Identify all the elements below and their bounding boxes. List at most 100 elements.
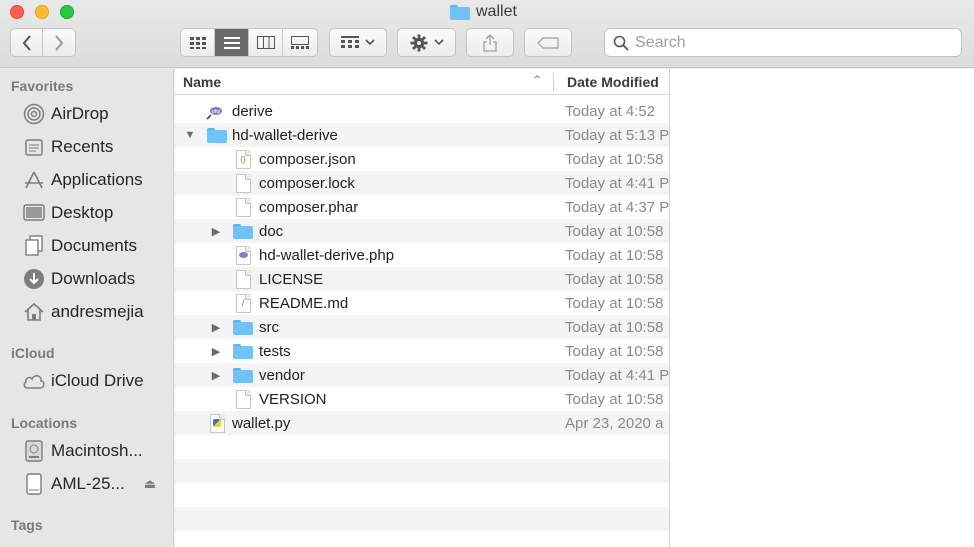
- sidebar-item-external-drive[interactable]: AML-25... ⏏: [0, 469, 173, 499]
- table-row[interactable]: ▶ doc Today at 10:58: [175, 219, 669, 243]
- folder-icon: [207, 125, 227, 145]
- table-row[interactable]: hd-wallet-derive.php Today at 10:58: [175, 243, 669, 267]
- sidebar-item-desktop[interactable]: Desktop: [0, 198, 173, 228]
- column-divider[interactable]: [553, 73, 554, 91]
- empty-row: [175, 435, 669, 459]
- date-modified-column-header[interactable]: Date Modified: [567, 74, 659, 90]
- gallery-view-button[interactable]: [283, 29, 317, 56]
- documents-icon: [22, 234, 46, 258]
- table-row[interactable]: {} composer.json Today at 10:58: [175, 147, 669, 171]
- table-row[interactable]: php derive Today at 4:52: [175, 99, 669, 123]
- sidebar-item-home[interactable]: andresmejia: [0, 297, 173, 327]
- preview-pane: [669, 69, 974, 547]
- cloud-icon: [22, 369, 46, 393]
- php-file-icon: [233, 245, 253, 265]
- share-button[interactable]: [466, 28, 514, 57]
- forward-button[interactable]: [42, 28, 76, 57]
- document-icon: [233, 269, 253, 289]
- disclosure-collapsed-icon[interactable]: ▶: [210, 321, 222, 334]
- tag-icon: [537, 36, 559, 49]
- table-row[interactable]: composer.lock Today at 4:41 P: [175, 171, 669, 195]
- back-button[interactable]: [10, 28, 43, 57]
- sidebar-item-downloads[interactable]: Downloads: [0, 264, 173, 294]
- document-icon: [233, 197, 253, 217]
- search-input[interactable]: [635, 33, 935, 52]
- chevron-down-icon: [365, 39, 375, 46]
- home-icon: [22, 300, 46, 324]
- search-field[interactable]: [604, 28, 962, 57]
- table-row[interactable]: ▶ tests Today at 10:58: [175, 339, 669, 363]
- folder-icon: [233, 221, 253, 241]
- sidebar-section-tags: Tags: [11, 517, 43, 533]
- grid-icon: [189, 36, 206, 49]
- empty-row: [175, 459, 669, 483]
- list-icon: [223, 36, 240, 49]
- table-row[interactable]: ▼ hd-wallet-derive Today at 5:13 P: [175, 123, 669, 147]
- sidebar: Favorites AirDrop Recents Applications D…: [0, 69, 174, 547]
- desktop-icon: [22, 201, 46, 225]
- empty-row: [175, 507, 669, 531]
- sidebar-item-label: AML-25...: [51, 474, 125, 493]
- empty-row: [175, 483, 669, 507]
- close-window-button[interactable]: [10, 5, 24, 19]
- eject-icon[interactable]: ⏏: [144, 476, 156, 492]
- search-icon: [613, 35, 629, 51]
- folder-icon: [233, 365, 253, 385]
- sidebar-item-label: iCloud Drive: [51, 371, 144, 390]
- icon-view-button[interactable]: [181, 29, 215, 56]
- disclosure-collapsed-icon[interactable]: ▶: [210, 225, 222, 238]
- disclosure-expanded-icon[interactable]: ▼: [184, 129, 196, 141]
- name-column-header[interactable]: Name: [183, 74, 221, 90]
- sidebar-section-icloud: iCloud: [11, 345, 55, 361]
- folder-icon: [450, 4, 470, 20]
- share-icon: [483, 33, 497, 52]
- sort-ascending-icon: ⌃: [532, 73, 543, 87]
- columns-icon: [256, 36, 275, 49]
- sidebar-item-label: Recents: [51, 137, 114, 156]
- document-icon: [233, 173, 253, 193]
- disclosure-collapsed-icon[interactable]: ▶: [210, 369, 222, 382]
- tag-button[interactable]: [524, 28, 572, 57]
- php-executable-icon: php: [205, 101, 225, 121]
- sidebar-item-documents[interactable]: Documents: [0, 231, 173, 261]
- folder-icon: [233, 341, 253, 361]
- sidebar-item-airdrop[interactable]: AirDrop: [0, 99, 173, 129]
- file-rows: php derive Today at 4:52 ▼ hd-wallet-der…: [175, 99, 669, 547]
- python-file-icon: [207, 413, 227, 433]
- sidebar-item-label: Downloads: [51, 269, 136, 288]
- recents-icon: [22, 135, 46, 159]
- table-row[interactable]: ▶ vendor Today at 4:41 P: [175, 363, 669, 387]
- table-row[interactable]: ▶ src Today at 10:58: [175, 315, 669, 339]
- action-menu-button[interactable]: [397, 28, 456, 57]
- sidebar-item-recents[interactable]: Recents: [0, 132, 173, 162]
- chevron-left-icon: [22, 34, 31, 51]
- chevron-right-icon: [55, 34, 64, 51]
- table-row[interactable]: wallet.py Apr 23, 2020 a: [175, 411, 669, 435]
- gear-icon: [410, 34, 427, 51]
- group-by-button[interactable]: [329, 28, 387, 57]
- list-view-button[interactable]: [215, 29, 249, 56]
- table-row[interactable]: / README.md Today at 10:58: [175, 291, 669, 315]
- minimize-window-button[interactable]: [35, 5, 49, 19]
- gallery-icon: [291, 36, 309, 49]
- toolbar: wallet: [0, 0, 974, 68]
- chevron-down-icon: [433, 39, 444, 46]
- sidebar-item-macintosh-hd[interactable]: Macintosh...: [0, 436, 173, 466]
- json-file-icon: {}: [233, 149, 253, 169]
- sidebar-item-applications[interactable]: Applications: [0, 165, 173, 195]
- column-view-button[interactable]: [249, 29, 283, 56]
- document-icon: [233, 389, 253, 409]
- markdown-file-icon: /: [233, 293, 253, 313]
- table-row[interactable]: LICENSE Today at 10:58: [175, 267, 669, 291]
- sidebar-item-icloud-drive[interactable]: iCloud Drive: [0, 366, 173, 396]
- column-header: Name ⌃ Date Modified: [175, 69, 669, 95]
- table-row[interactable]: composer.phar Today at 4:37 P: [175, 195, 669, 219]
- disclosure-collapsed-icon[interactable]: ▶: [210, 345, 222, 358]
- sidebar-item-label: Macintosh...: [51, 441, 143, 460]
- table-row[interactable]: VERSION Today at 10:58: [175, 387, 669, 411]
- applications-icon: [22, 168, 46, 192]
- sidebar-item-label: Applications: [51, 170, 143, 189]
- zoom-window-button[interactable]: [60, 5, 74, 19]
- sidebar-item-label: Desktop: [51, 203, 114, 222]
- empty-row: [175, 531, 669, 547]
